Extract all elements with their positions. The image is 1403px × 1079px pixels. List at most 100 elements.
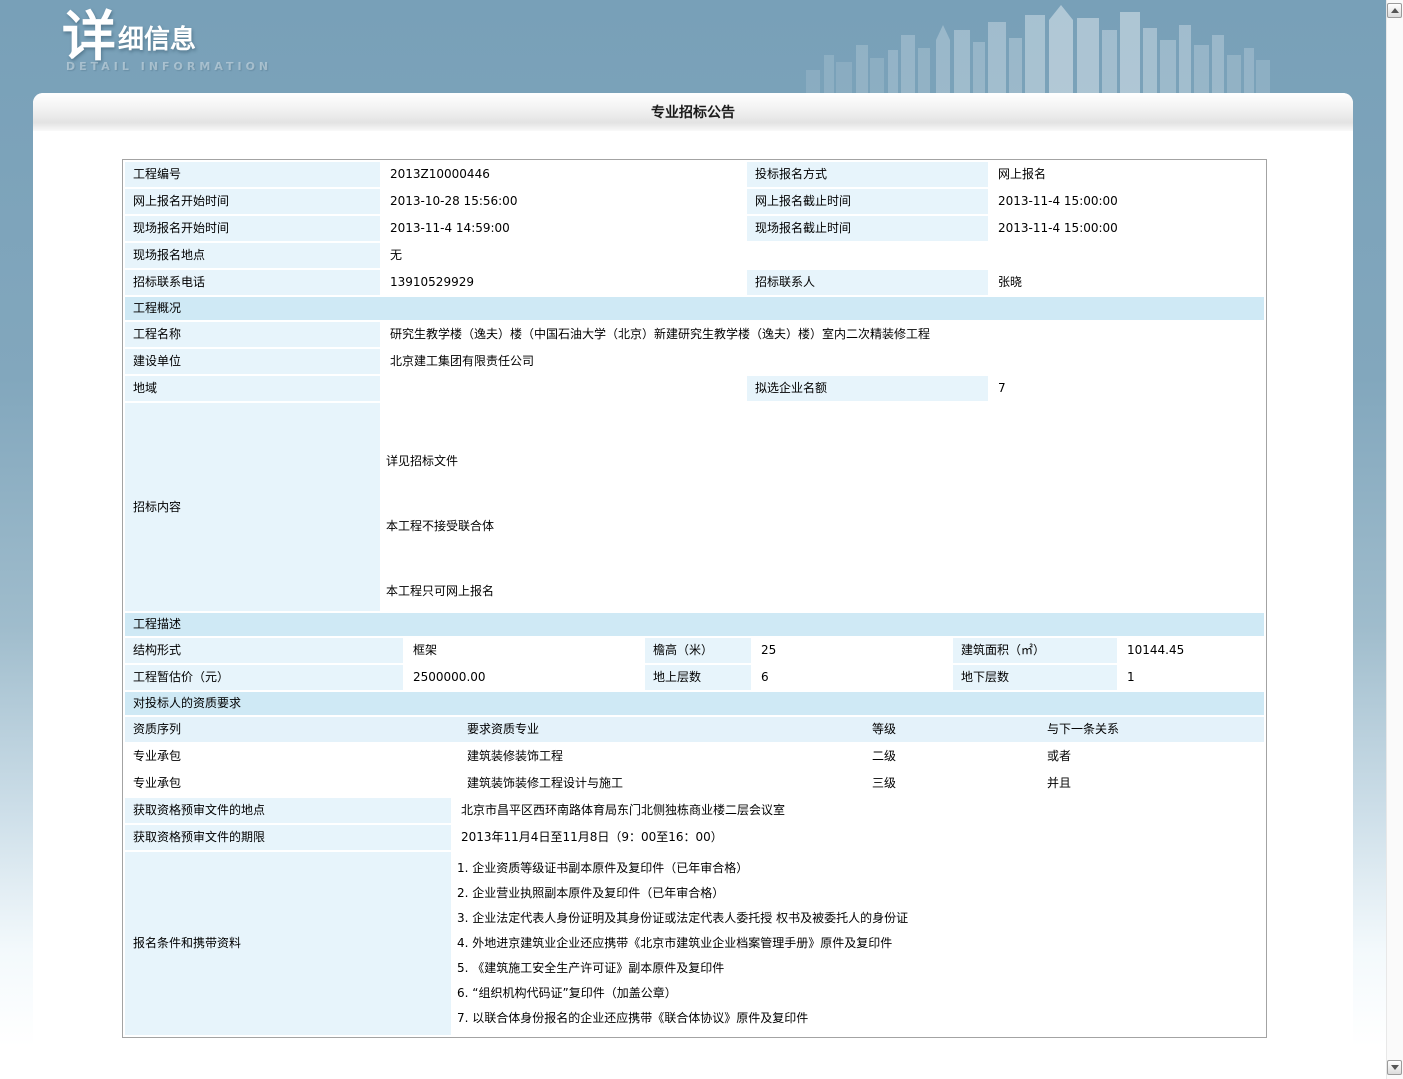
vertical-scrollbar[interactable] (1386, 0, 1403, 1079)
table-row: 地域 拟选企业名额7 (125, 376, 1264, 401)
label-cell: 网上报名开始时间 (125, 189, 380, 214)
label-cell: 工程名称 (125, 322, 380, 347)
label-cell: 拟选企业名额 (747, 376, 988, 401)
table-row: 建设单位北京建工集团有限责任公司 (125, 349, 1264, 374)
value-cell: 详见招标文件本工程不接受联合体本工程只可网上报名 (382, 403, 1264, 611)
scroll-down-button[interactable] (1387, 1060, 1402, 1075)
value-cell: 2013-10-28 15:56:00 (382, 189, 745, 214)
value-cell: 7 (990, 376, 1264, 401)
value-cell (382, 376, 745, 401)
table-row: 招标联系电话13910529929招标联系人张晓 (125, 270, 1264, 295)
table-row: 现场报名开始时间2013-11-4 14:59:00现场报名截止时间2013-1… (125, 216, 1264, 241)
up-triangle-icon (1391, 8, 1399, 13)
value-cell: 专业承包 (125, 744, 457, 769)
value-cell: 要求资质专业 (459, 717, 862, 742)
label-cell: 地下层数 (953, 665, 1117, 690)
material-item: 3. 企业法定代表人身份证明及其身份证或法定代表人委托授 权书及被委托人的身份证 (457, 906, 1256, 931)
value-cell: 专业承包 (125, 771, 457, 796)
label-cell: 工程编号 (125, 162, 380, 187)
value-cell: 2013Z10000446 (382, 162, 745, 187)
label-cell: 招标内容 (125, 403, 380, 611)
page-header: 详细信息 DETAIL INFORMATION (0, 0, 1386, 93)
logo-subtitle: DETAIL INFORMATION (66, 60, 272, 73)
label-cell: 招标联系电话 (125, 270, 380, 295)
table-row: 招标内容详见招标文件本工程不接受联合体本工程只可网上报名 (125, 403, 1264, 611)
table-row: 获取资格预审文件的地点北京市昌平区西环南路体育局东门北侧独栋商业楼二层会议室 (125, 798, 1264, 823)
value-cell: 2500000.00 (405, 665, 643, 690)
label-cell: 网上报名截止时间 (747, 189, 988, 214)
label-cell: 报名条件和携带资料 (125, 852, 451, 1035)
label-cell: 现场报名开始时间 (125, 216, 380, 241)
table-row: 工程名称研究生教学楼（逸夫）楼（中国石油大学（北京）新建研究生教学楼（逸夫）楼）… (125, 322, 1264, 347)
material-item: 7. 以联合体身份报名的企业还应携带《联合体协议》原件及复印件 (457, 1006, 1256, 1031)
value-cell: 2013-11-4 14:59:00 (382, 216, 745, 241)
value-cell: 建筑装饰装修工程设计与施工 (459, 771, 862, 796)
label-cell: 现场报名截止时间 (747, 216, 988, 241)
materials-row: 报名条件和携带资料1. 企业资质等级证书副本原件及复印件（已年审合格）2. 企业… (125, 852, 1264, 1035)
value-cell: 研究生教学楼（逸夫）楼（中国石油大学（北京）新建研究生教学楼（逸夫）楼）室内二次… (382, 322, 1264, 347)
table-row: 获取资格预审文件的期限2013年11月4日至11月8日（9：00至16：00） (125, 825, 1264, 850)
value-cell: 等级 (864, 717, 1037, 742)
logo-text-big: 详 (62, 5, 116, 68)
material-item: 4. 外地进京建筑业企业还应携带《北京市建筑业企业档案管理手册》原件及复印件 (457, 931, 1256, 956)
label-cell: 建设单位 (125, 349, 380, 374)
value-cell: 三级 (864, 771, 1037, 796)
table-row: 工程编号2013Z10000446投标报名方式网上报名 (125, 162, 1264, 187)
value-cell: 10144.45 (1119, 638, 1264, 663)
value-cell: 2013年11月4日至11月8日（9：00至16：00） (453, 825, 1264, 850)
scroll-up-button[interactable] (1387, 3, 1402, 18)
value-cell: 1 (1119, 665, 1264, 690)
announcement-detail-table: 工程编号2013Z10000446投标报名方式网上报名网上报名开始时间2013-… (122, 159, 1267, 1038)
value-cell: 北京建工集团有限责任公司 (382, 349, 1264, 374)
section-header: 工程概况 (125, 297, 1264, 320)
qualification-header-row: 资质序列要求资质专业等级与下一条关系 (125, 717, 1264, 742)
value-cell: 与下一条关系 (1039, 717, 1264, 742)
page-title-bar: 专业招标公告 (33, 93, 1353, 131)
content-panel: 专业招标公告 工程编号2013Z10000446投标报名方式网上报名网上报名开始… (33, 93, 1353, 1079)
material-item: 6. “组织机构代码证”复印件（加盖公章） (457, 981, 1256, 1006)
label-cell: 获取资格预审文件的期限 (125, 825, 451, 850)
value-cell: 13910529929 (382, 270, 745, 295)
label-cell: 投标报名方式 (747, 162, 988, 187)
qualification-row: 专业承包建筑装修装饰工程二级或者 (125, 744, 1264, 769)
bid-content-line: 本工程不接受联合体 (386, 518, 494, 534)
table-row: 网上报名开始时间2013-10-28 15:56:00网上报名截止时间2013-… (125, 189, 1264, 214)
qualification-row: 专业承包建筑装饰装修工程设计与施工三级并且 (125, 771, 1264, 796)
value-cell: 二级 (864, 744, 1037, 769)
value-cell: 2013-11-4 15:00:00 (990, 216, 1264, 241)
label-cell: 招标联系人 (747, 270, 988, 295)
value-cell: 资质序列 (125, 717, 457, 742)
value-cell (990, 243, 1264, 268)
label-cell: 结构形式 (125, 638, 403, 663)
label-cell: 工程暂估价（元） (125, 665, 403, 690)
value-cell: 张晓 (990, 270, 1264, 295)
material-item: 1. 企业资质等级证书副本原件及复印件（已年审合格） (457, 856, 1256, 881)
value-cell: 建筑装修装饰工程 (459, 744, 862, 769)
label-cell: 地域 (125, 376, 380, 401)
value-cell: 6 (753, 665, 951, 690)
city-skyline-graphic (806, 0, 1326, 93)
value-cell: 1. 企业资质等级证书副本原件及复印件（已年审合格）2. 企业营业执照副本原件及… (453, 852, 1264, 1035)
table-row: 结构形式框架檐高（米）25建筑面积（㎡）10144.45 (125, 638, 1264, 663)
value-cell: 2013-11-4 15:00:00 (990, 189, 1264, 214)
bid-content-line: 详见招标文件 (386, 453, 458, 469)
logo-text-small: 细信息 (118, 25, 196, 55)
section-header: 对投标人的资质要求 (125, 692, 1264, 715)
value-cell: 无 (382, 243, 745, 268)
label-cell: 建筑面积（㎡） (953, 638, 1117, 663)
label-cell: 檐高（米） (645, 638, 751, 663)
label-cell: 现场报名地点 (125, 243, 380, 268)
value-cell: 或者 (1039, 744, 1264, 769)
page-title: 专业招标公告 (651, 105, 735, 121)
value-cell: 框架 (405, 638, 643, 663)
value-cell: 并且 (1039, 771, 1264, 796)
value-cell: 网上报名 (990, 162, 1264, 187)
table-row: 现场报名地点无 (125, 243, 1264, 268)
bid-content-line: 本工程只可网上报名 (386, 583, 494, 599)
site-logo: 详细信息 DETAIL INFORMATION (62, 10, 272, 73)
table-row: 工程暂估价（元）2500000.00地上层数6地下层数1 (125, 665, 1264, 690)
down-triangle-icon (1391, 1065, 1399, 1070)
material-item: 5. 《建筑施工安全生产许可证》副本原件及复印件 (457, 956, 1256, 981)
label-cell: 地上层数 (645, 665, 751, 690)
value-cell: 25 (753, 638, 951, 663)
